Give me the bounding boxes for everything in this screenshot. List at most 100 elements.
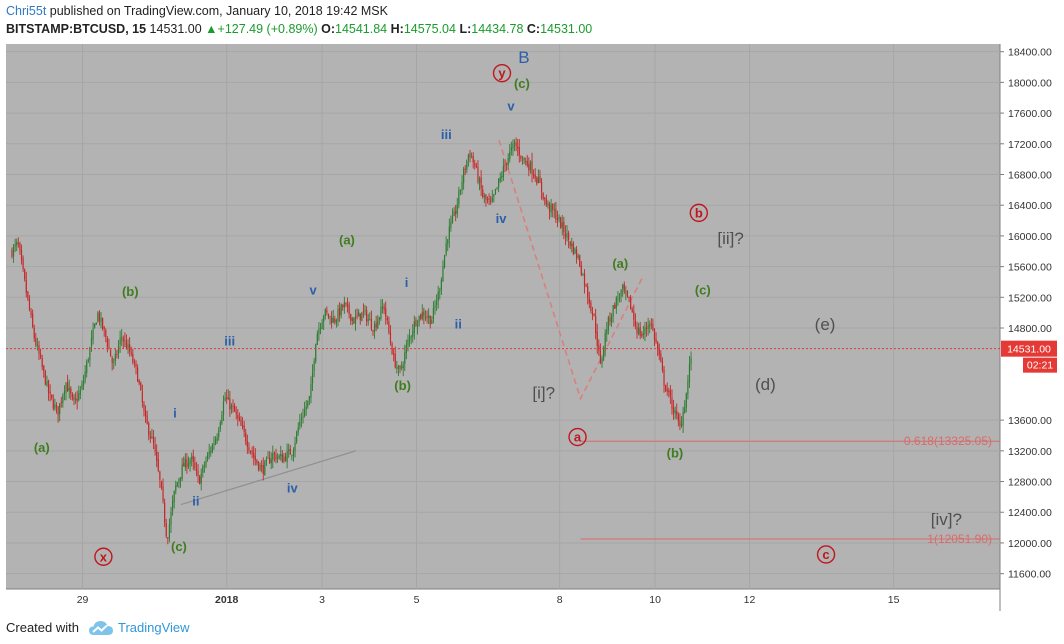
candle-body [354,316,357,324]
wave-label: v [507,98,515,113]
candle-body [499,177,501,181]
candle-body [321,322,323,330]
candle-body [187,463,190,467]
tradingview-brand-link[interactable]: TradingView [118,620,190,635]
candle-body [90,337,93,347]
symbol-label: BITSTAMP:BTCUSD, 15 [6,22,147,36]
candle-body [515,143,517,146]
candle-body [577,255,579,258]
candle-body [626,291,629,297]
candle-body [434,305,436,308]
candle-body [518,147,520,156]
candle-body [440,279,442,291]
candle-body [184,458,186,468]
candle-body [571,243,573,247]
candle-body [125,341,128,349]
candle-body [383,306,385,310]
candle-body [552,203,554,210]
chart-area[interactable]: 0.618(13325.05) 1(12051.90) (a) (b) (c) x i ii… [0,44,1064,618]
candle-body [649,324,651,327]
author-link[interactable]: Chri55t [6,4,46,18]
candle-body [17,243,19,245]
fib-level-label: 1(12051.90) [927,532,992,546]
up-triangle-icon: ▲ [205,22,218,36]
candle-body [445,243,447,255]
candle-body [523,157,525,161]
high-value: 14575.04 [403,22,456,36]
candle-body [598,345,600,351]
candle-body [633,311,635,320]
candle-body [628,296,630,298]
candle-body [311,372,314,384]
candle-body [138,380,140,384]
candle-body [81,384,83,389]
candle-body [525,160,527,162]
candle-body [108,346,110,349]
candle-body [358,312,360,317]
open-value: 14541.84 [335,22,388,36]
candle-body [510,147,512,151]
price-tick-label: 18000.00 [1008,77,1052,89]
price-chart[interactable]: 0.618(13325.05)1(12051.90) (a)(b)(c)xiii… [0,44,1064,618]
candle-body [232,406,234,408]
candle-body [377,320,379,329]
candle-body [149,436,151,438]
candle-body [129,344,131,352]
candle-body [529,161,532,171]
candle-body [606,329,608,335]
candle-body [674,410,676,414]
wave-label: (a) [339,233,355,248]
candle-body [38,345,40,355]
price-tick-label: 17600.00 [1008,108,1052,120]
candle-body [117,345,120,354]
price-tick-label: 15200.00 [1008,292,1052,304]
candle-body [672,407,675,413]
candle-body [421,312,423,320]
candle-body [455,211,457,214]
time-axis-background [6,589,1000,611]
candle-body [389,332,392,343]
candle-body [688,364,691,382]
candle-body [302,416,304,418]
candle-body [609,317,611,322]
wave-label: (b) [122,284,139,299]
candle-body [558,217,560,219]
candle-body [335,319,338,324]
candle-body [36,345,39,347]
candle-body [32,313,34,328]
tradingview-cloud-icon [89,621,113,635]
candle-body [443,255,446,268]
candle-body [94,323,96,328]
candle-body [86,361,88,373]
candle-body [238,417,240,420]
candle-body [283,456,285,462]
candle-body [315,344,317,362]
candle-body [539,176,541,183]
candle-body [87,359,89,362]
candle-body [637,327,640,334]
candle-body [602,348,605,360]
candle-body [122,338,124,342]
candle-body [482,189,484,197]
candle-body [221,414,223,424]
candle-body [121,337,123,339]
candle-body [490,200,492,202]
candle-body [222,401,225,415]
candle-body [402,364,404,369]
candle-body [564,233,567,237]
candle-body [127,344,129,348]
candle-body [327,313,330,318]
candle-body [372,330,374,333]
price-tick-label: 12800.00 [1008,477,1052,489]
price-tick-label: 12000.00 [1008,538,1052,550]
candle-body [614,304,616,309]
candle-body [62,395,64,403]
candle-body [284,456,287,461]
candle-body [73,397,75,400]
candle-body [604,333,606,350]
candle-body [534,174,536,179]
candle-body [404,352,406,364]
candle-body [474,163,476,166]
candle-body [218,430,220,437]
candle-body [426,315,428,318]
